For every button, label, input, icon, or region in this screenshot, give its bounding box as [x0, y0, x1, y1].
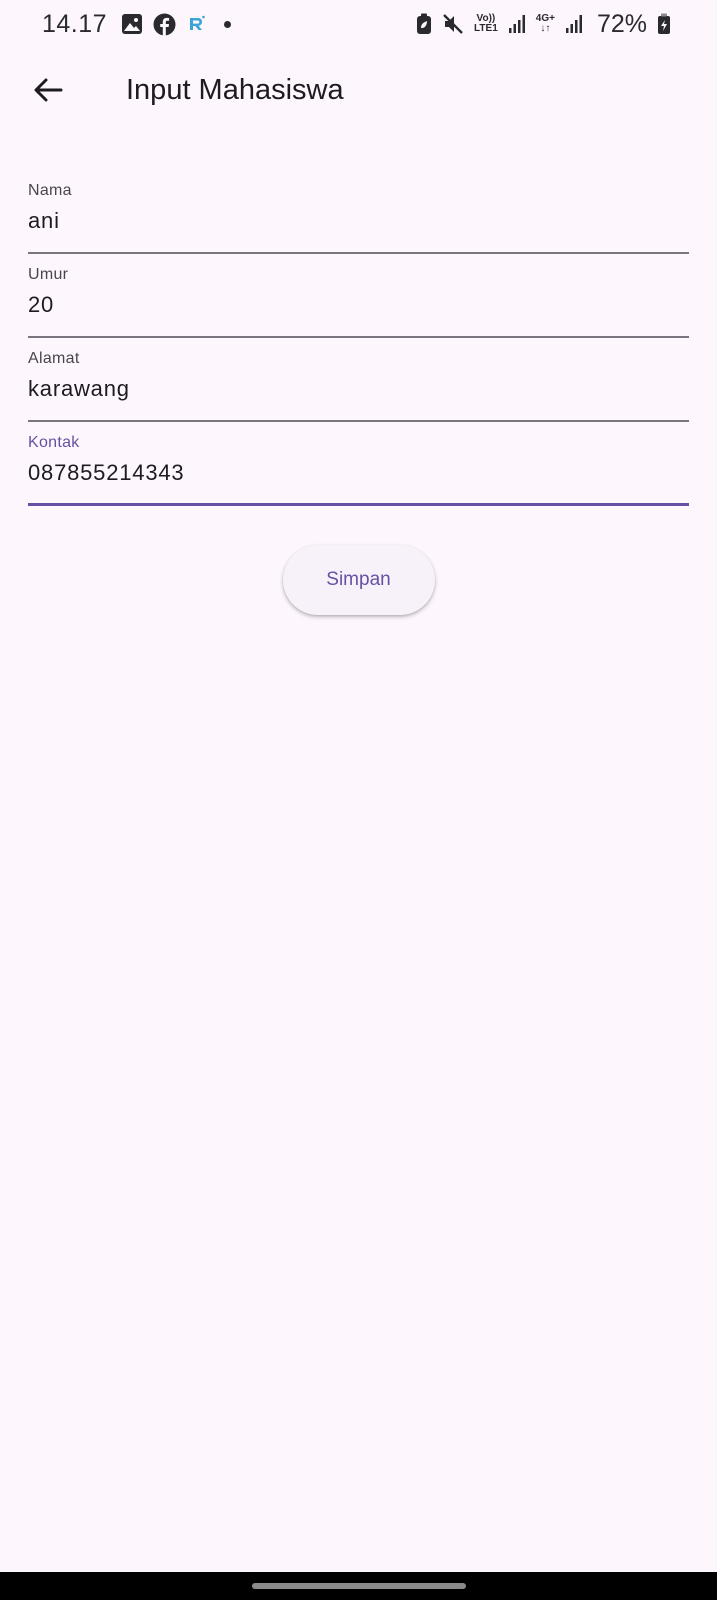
data-arrows-icon: ↓↑ [540, 23, 551, 34]
mute-icon [442, 13, 464, 35]
back-button[interactable] [24, 68, 72, 116]
home-gesture-handle[interactable] [251, 1583, 466, 1589]
volte-lte-indicator: Vo)) LTE1 [474, 14, 498, 34]
page-title: Input Mahasiswa [126, 74, 344, 106]
network-4g-indicator: 4G+ ↓↑ [536, 14, 555, 34]
nama-label: Nama [28, 182, 72, 199]
save-button[interactable]: Simpan [282, 545, 435, 615]
actions-row: Simpan [0, 545, 717, 615]
status-time: 14.17 [42, 9, 108, 38]
system-nav-bar [0, 1572, 717, 1600]
status-bar: 14.17 Vo)) LTE1 4G+ ↓↑ 72% [0, 0, 717, 48]
signal-icon-2 [565, 14, 583, 34]
app-bar: Input Mahasiswa [0, 56, 717, 128]
notification-dot [224, 20, 232, 28]
facebook-icon [153, 13, 176, 36]
lte-label: LTE1 [474, 23, 498, 34]
kontak-field[interactable]: Kontak 087855214343 [28, 422, 689, 506]
status-bar-right: Vo)) LTE1 4G+ ↓↑ 72% [416, 10, 671, 39]
app-r-icon [186, 14, 206, 34]
battery-percent: 72% [596, 9, 647, 38]
screen: 14.17 Vo)) LTE1 4G+ ↓↑ 72% Input Mahasis… [0, 0, 717, 1600]
battery-icon [657, 13, 671, 35]
alamat-field[interactable]: Alamat karawang [28, 338, 689, 422]
signal-icon [508, 14, 526, 34]
gallery-icon [121, 13, 143, 35]
kontak-input[interactable]: 087855214343 [28, 460, 184, 486]
alamat-input[interactable]: karawang [28, 376, 130, 402]
nama-input[interactable]: ani [28, 208, 60, 234]
umur-label: Umur [28, 266, 69, 283]
arrow-back-icon [33, 77, 63, 108]
umur-field[interactable]: Umur 20 [28, 254, 689, 338]
student-form: Nama ani Umur 20 Alamat karawang Kontak … [28, 170, 689, 506]
nama-field[interactable]: Nama ani [28, 170, 689, 254]
umur-input[interactable]: 20 [28, 292, 54, 318]
battery-saver-icon [416, 13, 432, 35]
kontak-label: Kontak [28, 434, 80, 451]
status-bar-left: 14.17 [42, 9, 232, 39]
alamat-label: Alamat [28, 350, 80, 367]
